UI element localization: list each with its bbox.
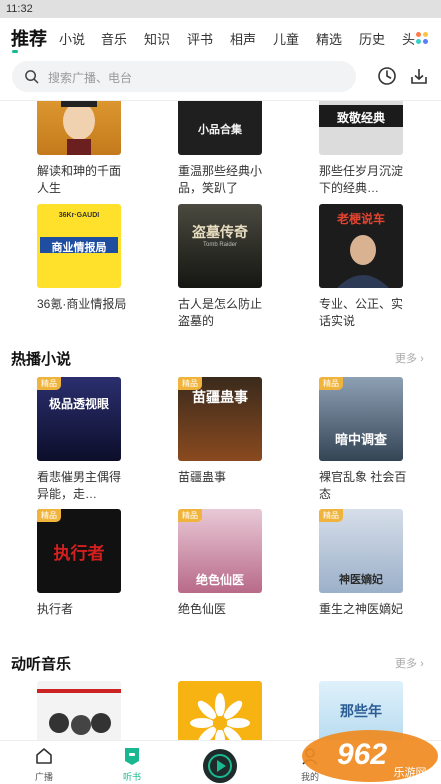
premium-badge: 精品 [37, 377, 61, 390]
tab-headline[interactable]: 头 [402, 29, 415, 48]
nav-radio-label: 广播 [34, 772, 53, 782]
nav-radio[interactable]: 广播 [24, 741, 64, 784]
tab-novel[interactable]: 小说 [59, 29, 85, 48]
album-cover [37, 681, 121, 740]
novel-title: 重生之神医嫡妃 [319, 602, 404, 616]
album-title: 专业、公正、实话实说 [319, 297, 404, 328]
novel-title: 绝色仙医 [178, 602, 227, 616]
album-cover: 暗中调查 精品 [319, 377, 403, 461]
album-title: 古人是怎么防止盗墓的 [178, 297, 263, 328]
nav-audiobook-label: 听书 [122, 772, 141, 782]
watermark-number: 962 [337, 738, 387, 771]
album-cover: 盗墓传奇 Tomb Raider [178, 204, 262, 288]
search-placeholder: 搜索广播、电台 [48, 71, 133, 85]
album-cover-text: 执行者 [53, 544, 105, 563]
album-cover-text: 小品合集 [198, 124, 242, 136]
album-cover: 小品合集 [178, 101, 262, 155]
album-cover: 老梗说车 [319, 204, 403, 288]
search-icon [25, 70, 39, 84]
novels-more-link[interactable]: 更多 › [395, 350, 424, 366]
tab-selected[interactable]: 精选 [316, 29, 342, 48]
all-categories-icon[interactable] [416, 32, 429, 45]
premium-badge: 精品 [319, 509, 343, 522]
album-cover [178, 681, 262, 740]
portrait-illustration [37, 689, 121, 735]
category-tabs: 推荐 小说 音乐 知识 评书 相声 儿童 精选 历史 头 [0, 18, 441, 58]
album-cover: 执行者 精品 [37, 509, 121, 593]
album-cover-text: 盗墓传奇 [192, 224, 248, 240]
tab-music[interactable]: 音乐 [101, 29, 127, 48]
play-disc-icon [203, 749, 237, 783]
more-label: 更多 [395, 658, 417, 670]
tab-knowledge[interactable]: 知识 [144, 29, 170, 48]
album-cover [37, 101, 121, 155]
tab-storytelling[interactable]: 评书 [187, 29, 213, 48]
album-cover: 绝色仙医 精品 [178, 509, 262, 593]
album-cover-text: 暗中调查 [334, 432, 387, 447]
album-cover-text: 苗疆蛊事 [192, 389, 248, 405]
site-watermark: 962 乐游网 [300, 728, 441, 784]
novel-title: 执行者 [37, 602, 74, 616]
section-title-music: 动听音乐 [11, 656, 72, 673]
album-cover: 苗疆蛊事 精品 [178, 377, 262, 461]
album-cover-text: 绝色仙医 [195, 573, 244, 587]
chevron-right-icon: › [420, 353, 424, 365]
album-cover-subtext: 36Kr·GAUDI [58, 212, 100, 219]
status-bar: 11:32 [0, 0, 441, 18]
status-time: 11:32 [6, 3, 33, 15]
album-title: 解读和珅的千面人生 [37, 164, 122, 195]
music-more-link[interactable]: 更多 › [395, 655, 424, 671]
album-cover-text: 商业情报局 [51, 242, 107, 254]
watermark-logo: 962 乐游网 [302, 730, 438, 782]
album-cover: 神医嫡妃 精品 [319, 509, 403, 593]
album-cover-text: 极品透视眼 [48, 397, 109, 411]
tab-children[interactable]: 儿童 [273, 29, 299, 48]
album-cover-text: 神医嫡妃 [339, 574, 383, 586]
novel-title: 看悲催男主偶得异能，走… [37, 470, 122, 501]
tab-history[interactable]: 历史 [359, 29, 385, 48]
nav-player[interactable] [200, 741, 240, 784]
premium-badge: 精品 [37, 509, 61, 522]
tab-recommend[interactable]: 推荐 [11, 25, 47, 51]
nav-audiobook[interactable]: 听书 [112, 741, 152, 784]
watermark-subtext: 乐游网 [394, 766, 427, 779]
album-cover: 致敬经典 [319, 101, 403, 155]
novel-title: 苗疆蛊事 [178, 470, 227, 484]
album-cover: 极品透视眼 精品 [37, 377, 121, 461]
novel-title: 裸官乱象 社会百态 [319, 470, 407, 501]
tab-crosstalk[interactable]: 相声 [230, 29, 256, 48]
premium-badge: 精品 [178, 377, 202, 390]
album-cover-subtext: Tomb Raider [202, 242, 237, 248]
premium-badge: 精品 [319, 377, 343, 390]
search-bar[interactable]: 搜索广播、电台 [12, 61, 356, 92]
audiobook-icon [125, 748, 139, 765]
download-icon[interactable] [409, 66, 429, 86]
home-feed[interactable]: 解读和珅的千面人生 小品合集 重温那些经典小品，笑趴了 致敬经典 那些任岁月沉淀… [0, 101, 441, 740]
album-cover: 36Kr·GAUDI 商业情报局 [37, 204, 121, 288]
album-cover-text: 老梗说车 [336, 212, 385, 226]
premium-badge: 精品 [178, 509, 202, 522]
album-cover-text: 致敬经典 [336, 111, 385, 125]
more-label: 更多 [395, 353, 417, 365]
tab-indicator [12, 50, 18, 53]
section-title-novels: 热播小说 [11, 351, 72, 368]
album-title: 36氪·商业情报局 [37, 297, 127, 311]
album-title: 那些任岁月沉淀下的经典… [319, 164, 404, 195]
home-icon [36, 748, 52, 764]
album-cover-text: 那些年 [340, 703, 382, 719]
chevron-right-icon: › [420, 658, 424, 670]
history-clock-icon[interactable] [377, 66, 397, 86]
portrait-illustration [61, 101, 97, 155]
album-title: 重温那些经典小品，笑趴了 [178, 164, 263, 195]
flower-icon [190, 693, 250, 740]
